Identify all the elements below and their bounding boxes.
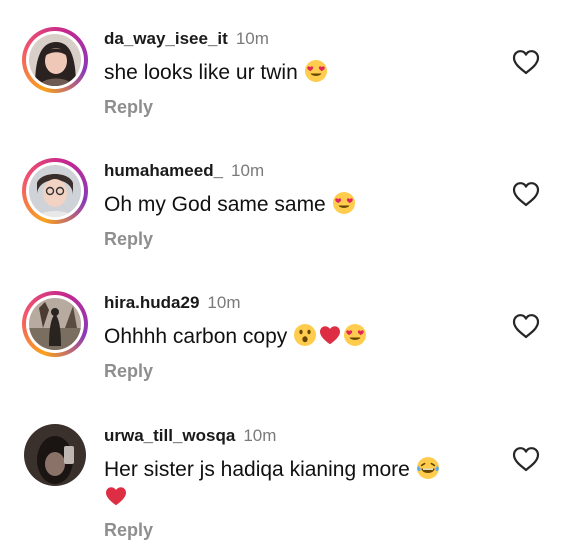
comment-meta: urwa_till_wosqa 10m (104, 426, 276, 446)
heart-eyes-emoji-icon (332, 191, 356, 215)
reply-button[interactable]: Reply (104, 97, 153, 118)
comment-text: she looks like ur twin (104, 59, 494, 87)
avatar (29, 298, 81, 350)
avatar (24, 424, 86, 486)
timestamp: 10m (243, 426, 277, 445)
reply-button[interactable]: Reply (104, 229, 153, 250)
reply-button[interactable]: Reply (104, 520, 153, 541)
comment-text: Ohhhh carbon copy (104, 323, 494, 351)
heart-outline-icon[interactable] (512, 446, 540, 472)
avatar-story-ring[interactable] (22, 27, 88, 93)
timestamp: 10m (207, 293, 241, 312)
reply-button[interactable]: Reply (104, 361, 153, 382)
timestamp: 10m (235, 29, 269, 48)
comment-text-body: Oh my God same same (104, 193, 326, 216)
username[interactable]: humahameed_ (104, 161, 223, 180)
comment-text-body: she looks like ur twin (104, 61, 298, 84)
heart-outline-icon[interactable] (512, 49, 540, 75)
avatar-story-ring[interactable] (22, 291, 88, 357)
username[interactable]: hira.huda29 (104, 293, 199, 312)
avatar (29, 165, 81, 217)
red-heart-emoji-icon (104, 484, 128, 508)
comment-text-body: Her sister js hadiqa kianing more (104, 458, 410, 481)
red-heart-emoji-icon (318, 323, 342, 347)
heart-outline-icon[interactable] (512, 313, 540, 339)
heart-eyes-emoji-icon (304, 59, 328, 83)
avatar-story-ring[interactable] (22, 158, 88, 224)
comment-meta: da_way_isee_it 10m (104, 29, 269, 49)
heart-eyes-emoji-icon (343, 323, 367, 347)
comment-text: Her sister js hadiqa kianing more (104, 456, 494, 512)
heart-outline-icon[interactable] (512, 181, 540, 207)
comment-meta: humahameed_ 10m (104, 161, 264, 181)
timestamp: 10m (231, 161, 265, 180)
username[interactable]: da_way_isee_it (104, 29, 228, 48)
username[interactable]: urwa_till_wosqa (104, 426, 235, 445)
comment-text: Oh my God same same (104, 191, 494, 219)
avatar-container[interactable] (22, 422, 88, 488)
comment-meta: hira.huda29 10m (104, 293, 241, 313)
astonished-emoji-icon (293, 323, 317, 347)
laughing-tears-emoji-icon (416, 456, 440, 480)
avatar (29, 34, 81, 86)
comment-text-body: Ohhhh carbon copy (104, 325, 288, 348)
